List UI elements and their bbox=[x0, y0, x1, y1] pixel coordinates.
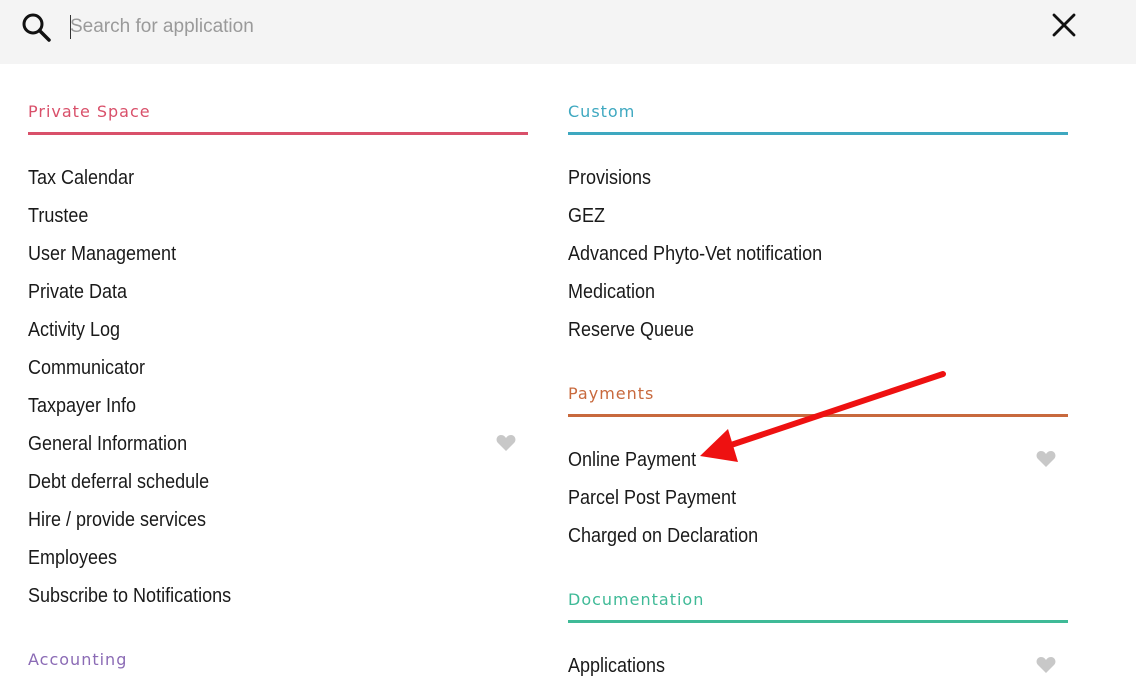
search-input[interactable] bbox=[70, 12, 970, 42]
app-item-activity-log[interactable]: Activity Log bbox=[28, 311, 528, 349]
app-item-employees[interactable]: Employees bbox=[28, 539, 528, 577]
section-accounting: Accounting bbox=[28, 648, 528, 672]
app-item-communicator[interactable]: Communicator bbox=[28, 349, 528, 387]
app-item-user-management[interactable]: User Management bbox=[28, 235, 528, 273]
section-divider bbox=[568, 132, 1068, 135]
section-divider bbox=[568, 620, 1068, 623]
app-item-charged-on-declaration[interactable]: Charged on Declaration bbox=[568, 517, 1068, 555]
section-private-space: Private Space Tax Calendar Trustee User … bbox=[28, 100, 528, 615]
section-title-custom: Custom bbox=[568, 102, 636, 121]
app-item-provisions[interactable]: Provisions bbox=[568, 159, 1068, 197]
app-item-reserve-queue[interactable]: Reserve Queue bbox=[568, 311, 1068, 349]
app-item-advanced-phyto-vet-notification[interactable]: Advanced Phyto-Vet notification bbox=[568, 235, 1068, 273]
app-item-private-data[interactable]: Private Data bbox=[28, 273, 528, 311]
app-item-subscribe-to-notifications[interactable]: Subscribe to Notifications bbox=[28, 577, 528, 615]
section-custom: Custom Provisions GEZ Advanced Phyto-Vet… bbox=[568, 100, 1068, 349]
heart-icon[interactable] bbox=[496, 434, 516, 452]
app-item-hire-provide-services[interactable]: Hire / provide services bbox=[28, 501, 528, 539]
app-item-general-information[interactable]: General Information bbox=[28, 425, 528, 463]
item-list: Applications bbox=[568, 647, 1068, 679]
search-bar bbox=[0, 0, 1136, 64]
app-item-trustee[interactable]: Trustee bbox=[28, 197, 528, 235]
text-caret bbox=[70, 15, 71, 39]
section-title-payments: Payments bbox=[568, 384, 655, 403]
app-item-parcel-post-payment[interactable]: Parcel Post Payment bbox=[568, 479, 1068, 517]
close-icon[interactable] bbox=[1050, 11, 1078, 39]
app-item-taxpayer-info[interactable]: Taxpayer Info bbox=[28, 387, 528, 425]
section-title-private-space: Private Space bbox=[28, 102, 151, 121]
app-item-online-payment[interactable]: Online Payment bbox=[568, 441, 1068, 479]
section-divider bbox=[568, 414, 1068, 417]
search-icon[interactable] bbox=[20, 11, 52, 43]
section-title-documentation: Documentation bbox=[568, 590, 705, 609]
app-item-medication[interactable]: Medication bbox=[568, 273, 1068, 311]
section-title-accounting: Accounting bbox=[28, 650, 128, 669]
app-item-applications[interactable]: Applications bbox=[568, 647, 1068, 679]
heart-icon[interactable] bbox=[1036, 450, 1056, 468]
item-list: Tax Calendar Trustee User Management Pri… bbox=[28, 159, 528, 615]
item-list: Online Payment Parcel Post Payment Charg… bbox=[568, 441, 1068, 555]
section-payments: Payments Online Payment Parcel Post Paym… bbox=[568, 382, 1068, 555]
section-documentation: Documentation Applications bbox=[568, 588, 1068, 679]
app-item-tax-calendar[interactable]: Tax Calendar bbox=[28, 159, 528, 197]
app-item-gez[interactable]: GEZ bbox=[568, 197, 1068, 235]
heart-icon[interactable] bbox=[1036, 656, 1056, 674]
item-list: Provisions GEZ Advanced Phyto-Vet notifi… bbox=[568, 159, 1068, 349]
app-item-debt-deferral-schedule[interactable]: Debt deferral schedule bbox=[28, 463, 528, 501]
section-divider bbox=[28, 132, 528, 135]
